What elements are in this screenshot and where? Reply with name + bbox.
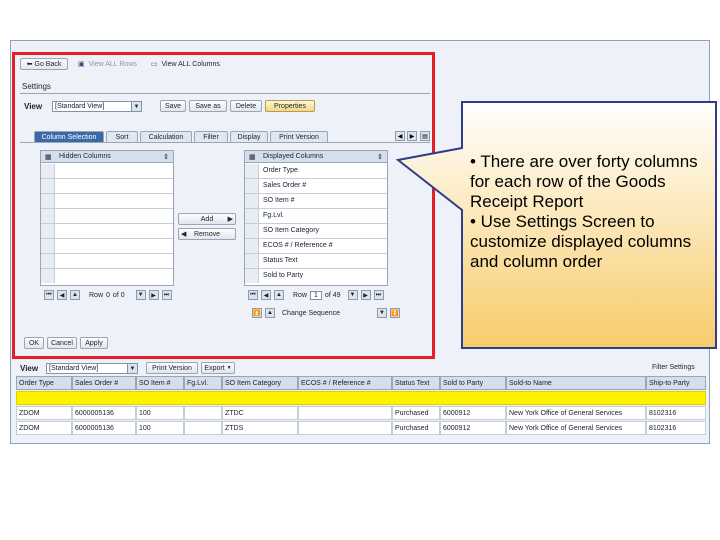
callout-bullet-2: • Use Settings Screen to customize displ… — [470, 212, 692, 271]
callout-text: • There are over forty columns for each … — [470, 152, 715, 272]
callout-bullet-1: • There are over forty columns for each … — [470, 152, 698, 211]
